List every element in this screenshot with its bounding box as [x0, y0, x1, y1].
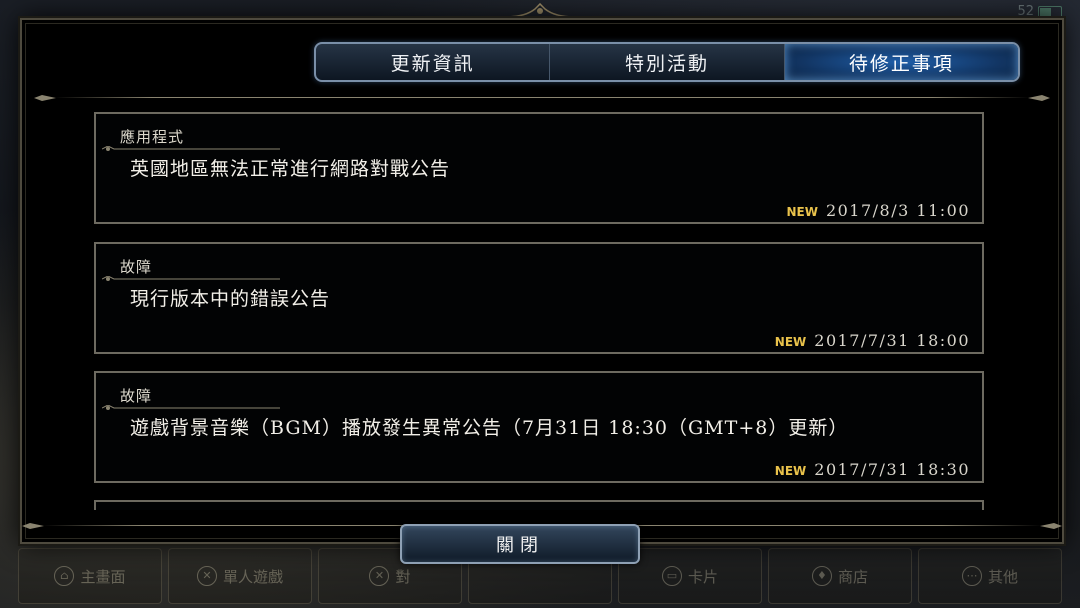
- close-button[interactable]: 關閉: [400, 524, 640, 564]
- category-underline-icon: [102, 146, 280, 151]
- notice-card-partial[interactable]: [94, 500, 984, 510]
- battery-indicator: 52: [1017, 4, 1062, 19]
- notice-list[interactable]: 應用程式 英國地區無法正常進行網路對戰公告 NEW 2017/8/3 11:00…: [94, 112, 988, 510]
- nav-item-shop[interactable]: ♦ 商店: [768, 548, 912, 604]
- home-icon: ⌂: [54, 566, 75, 586]
- notice-meta: NEW 2017/7/31 18:00: [775, 331, 970, 350]
- notice-title: 現行版本中的錯誤公告: [130, 288, 331, 310]
- new-badge: NEW: [774, 335, 807, 349]
- battery-icon: [1038, 5, 1062, 18]
- new-badge: NEW: [774, 464, 807, 478]
- notice-category: 故障: [120, 387, 153, 405]
- nav-item-solo[interactable]: ✕ 單人遊戲: [168, 548, 312, 604]
- tab-pending-fixes[interactable]: 待修正事項: [784, 44, 1018, 80]
- divider-ornament-icon: [22, 523, 44, 529]
- nav-item-other[interactable]: ⋯ 其他: [918, 548, 1062, 604]
- battery-level: 52: [1017, 4, 1034, 19]
- crossed-swords-icon: ✕: [369, 566, 390, 586]
- new-badge: NEW: [786, 205, 818, 219]
- divider-ornament-icon: [1028, 95, 1050, 101]
- nav-item-label: 商店: [837, 567, 868, 586]
- nav-item-home[interactable]: ⌂ 主畫面: [18, 548, 162, 604]
- more-icon: ⋯: [961, 566, 982, 586]
- notice-category: 應用程式: [120, 128, 185, 146]
- category-underline-icon: [102, 276, 280, 281]
- notice-date: 2017/7/31 18:30: [814, 460, 970, 479]
- notice-card[interactable]: 故障 現行版本中的錯誤公告 NEW 2017/7/31 18:00: [94, 242, 984, 354]
- notice-date: 2017/8/3 11:00: [825, 201, 970, 220]
- tab-update-info[interactable]: 更新資訊: [316, 44, 551, 80]
- category-underline-icon: [102, 405, 280, 410]
- card-icon: ▭: [661, 566, 682, 586]
- nav-item-label: 其他: [987, 567, 1018, 586]
- notice-category: 故障: [120, 258, 153, 276]
- notice-date: 2017/7/31 18:00: [814, 331, 970, 350]
- notice-card[interactable]: 應用程式 英國地區無法正常進行網路對戰公告 NEW 2017/8/3 11:00: [94, 112, 984, 224]
- tab-special-events[interactable]: 特別活動: [550, 44, 785, 80]
- swords-icon: ✕: [196, 566, 217, 586]
- divider-ornament-icon: [1040, 523, 1062, 529]
- nav-item-label: 主畫面: [80, 567, 126, 586]
- nav-item-label: 單人遊戲: [222, 567, 283, 586]
- nav-item-label: 卡片: [687, 567, 718, 586]
- top-ornament-icon: [505, 3, 575, 18]
- notice-title: 遊戲背景音樂（BGM）播放發生異常公告（7月31日 18:30（GMT+8）更新…: [130, 417, 849, 439]
- notice-card[interactable]: 故障 遊戲背景音樂（BGM）播放發生異常公告（7月31日 18:30（GMT+8…: [94, 371, 984, 483]
- nav-item-label: 對: [395, 567, 411, 586]
- notice-meta: NEW 2017/7/31 18:30: [775, 460, 970, 479]
- notice-meta: NEW 2017/8/3 11:00: [786, 201, 970, 220]
- tab-bar: 更新資訊 特別活動 待修正事項: [314, 42, 1020, 82]
- top-divider: [34, 94, 1050, 102]
- divider-ornament-icon: [34, 95, 56, 101]
- shop-icon: ♦: [811, 566, 832, 586]
- notice-dialog: 更新資訊 特別活動 待修正事項 應用程式 英國地區無法正常進行網路對戰公告 NE…: [20, 18, 1064, 544]
- notice-title: 英國地區無法正常進行網路對戰公告: [130, 158, 451, 180]
